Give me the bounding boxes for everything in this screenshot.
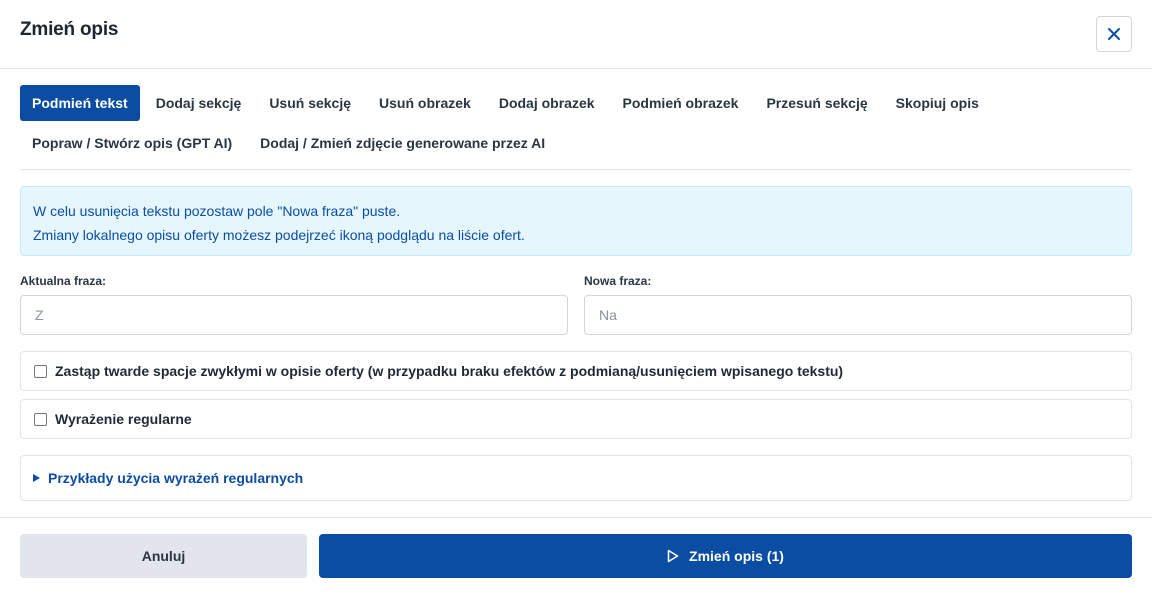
change-description-button[interactable]: Zmień opis (1) <box>319 534 1132 578</box>
tab-podmien-obrazek[interactable]: Podmień obrazek <box>611 85 751 121</box>
current-phrase-input[interactable] <box>20 295 568 335</box>
play-icon <box>667 549 679 563</box>
close-button[interactable] <box>1096 16 1132 52</box>
dialog-title: Zmień opis <box>20 19 119 40</box>
tab-gpt-ai[interactable]: Popraw / Stwórz opis (GPT AI) <box>20 125 244 161</box>
tab-usun-obrazek[interactable]: Usuń obrazek <box>367 85 483 121</box>
cancel-button[interactable]: Anuluj <box>20 534 307 578</box>
info-line-1: W celu usunięcia tekstu pozostaw pole "N… <box>33 203 401 219</box>
tab-bar: Podmień tekst Dodaj sekcję Usuń sekcję U… <box>20 85 1132 165</box>
nbsp-label: Zastąp twarde spacje zwykłymi w opisie o… <box>55 363 844 379</box>
footer-divider <box>0 517 1152 518</box>
cancel-button-label: Anuluj <box>141 548 186 564</box>
regex-examples-label: Przykłady użycia wyrażeń regularnych <box>48 470 304 486</box>
tab-przesun-sekcje[interactable]: Przesuń sekcję <box>754 85 879 121</box>
tab-dodaj-sekcje[interactable]: Dodaj sekcję <box>144 85 254 121</box>
tab-skopiuj-opis[interactable]: Skopiuj opis <box>884 85 991 121</box>
regex-option[interactable]: Wyrażenie regularne <box>20 399 1132 439</box>
new-phrase-label: Nowa fraza: <box>584 274 652 288</box>
dialog-header: Zmień opis <box>0 0 1152 69</box>
change-description-label: Zmień opis (1) <box>689 548 784 564</box>
tab-row: Popraw / Stwórz opis (GPT AI) Dodaj / Zm… <box>20 125 1132 161</box>
close-icon <box>1108 28 1120 40</box>
nbsp-checkbox[interactable] <box>34 364 47 378</box>
current-phrase-label: Aktualna fraza: <box>20 274 107 288</box>
regex-label: Wyrażenie regularne <box>55 411 192 427</box>
new-phrase-input[interactable] <box>584 295 1132 335</box>
tab-podmien-tekst[interactable]: Podmień tekst <box>20 85 140 121</box>
nbsp-option[interactable]: Zastąp twarde spacje zwykłymi w opisie o… <box>20 351 1132 391</box>
info-alert: W celu usunięcia tekstu pozostaw pole "N… <box>20 186 1132 256</box>
regex-checkbox[interactable] <box>34 412 47 426</box>
tab-row: Podmień tekst Dodaj sekcję Usuń sekcję U… <box>20 85 1132 121</box>
disclosure-triangle-icon <box>33 474 40 482</box>
tab-ai-image[interactable]: Dodaj / Zmień zdjęcie generowane przez A… <box>248 125 557 161</box>
regex-examples-toggle[interactable]: Przykłady użycia wyrażeń regularnych <box>20 455 1132 501</box>
tabs-divider <box>20 169 1132 170</box>
tab-dodaj-obrazek[interactable]: Dodaj obrazek <box>487 85 607 121</box>
tab-usun-sekcje[interactable]: Usuń sekcję <box>257 85 363 121</box>
info-line-2: Zmiany lokalnego opisu oferty możesz pod… <box>33 227 525 243</box>
